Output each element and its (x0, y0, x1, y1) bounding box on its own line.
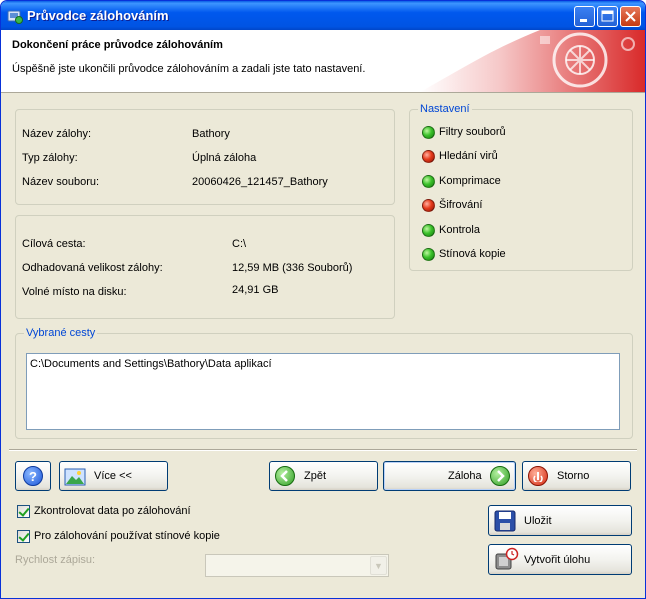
more-button[interactable]: Více << (59, 461, 168, 491)
minimize-button[interactable] (574, 6, 595, 27)
target-panel: Cílová cesta: C:\ Odhadovaná velikost zá… (15, 215, 395, 319)
close-button[interactable] (620, 6, 641, 27)
image-icon (64, 468, 86, 486)
free-space-label: Volné místo na disku: (22, 286, 127, 298)
path-item[interactable]: C:\Documents and Settings\Bathory\Data a… (30, 358, 272, 370)
status-error-icon (422, 150, 435, 163)
setting-label: Kontrola (439, 224, 480, 236)
shadow-copy-label: Pro zálohování používat stínové kopie (34, 530, 220, 542)
selected-paths-group: Vybrané cesty C:\Documents and Settings\… (15, 327, 633, 439)
back-button[interactable]: Zpět (269, 461, 378, 491)
write-speed-select: ▼ (205, 554, 389, 577)
help-button[interactable]: ? (15, 461, 51, 491)
setting-label: Šifrování (439, 199, 483, 211)
setting-label: Stínová kopie (439, 248, 506, 260)
title-bar[interactable]: Průvodce zálohováním (1, 1, 645, 30)
wizard-header: Dokončení práce průvodce zálohováním Úsp… (1, 30, 645, 93)
backup-name-label: Název zálohy: (22, 128, 92, 140)
floppy-disk-icon (494, 510, 516, 532)
settings-legend: Nastavení (418, 103, 472, 115)
setting-label: Hledání virů (439, 150, 498, 162)
help-icon: ? (23, 466, 43, 486)
settings-group: Nastavení Filtry souborů Hledání virů Ko… (409, 103, 633, 271)
write-speed-label: Rychlost zápisu: (15, 554, 96, 566)
checkbox-checked[interactable] (17, 505, 30, 518)
status-ok-icon (422, 175, 435, 188)
backup-type-value: Úplná záloha (192, 152, 257, 164)
estimated-size-value: 12,59 MB (336 Souborů) (232, 262, 353, 274)
status-ok-icon (422, 224, 435, 237)
maximize-icon (601, 10, 614, 22)
selected-paths-legend: Vybrané cesty (24, 327, 98, 339)
header-title: Dokončení práce průvodce zálohováním (12, 39, 223, 51)
selected-paths-list[interactable]: C:\Documents and Settings\Bathory\Data a… (26, 353, 620, 430)
stop-icon (528, 466, 548, 486)
estimated-size-label: Odhadovaná velikost zálohy: (22, 262, 163, 274)
backup-wizard-window: Průvodce zálohováním Dokončení práce prů… (0, 0, 646, 599)
target-path-label: Cílová cesta: (22, 238, 86, 250)
target-path-value: C:\ (232, 238, 247, 250)
header-subtitle: Úspěšně jste ukončili průvodce zálohován… (12, 63, 366, 75)
cancel-label: Storno (557, 470, 590, 482)
summary-panel: Název zálohy: Bathory Typ zálohy: Úplná … (15, 109, 395, 205)
close-icon (625, 11, 636, 22)
vault-door-icon (420, 30, 645, 92)
window-title: Průvodce zálohováním (27, 8, 169, 23)
arrow-left-icon (275, 466, 295, 486)
backup-name-value: Bathory (192, 128, 230, 140)
verify-label: Zkontrolovat data po zálohování (34, 505, 191, 517)
scheduled-task-icon (495, 547, 519, 570)
file-name-label: Název souboru: (22, 176, 100, 188)
footer-separator (9, 449, 637, 451)
arrow-right-icon (490, 466, 510, 486)
status-ok-icon (422, 126, 435, 139)
chevron-down-icon: ▼ (370, 556, 387, 575)
backup-button[interactable]: Záloha (383, 461, 516, 491)
minimize-icon (580, 19, 587, 22)
save-button[interactable]: Uložit (488, 505, 632, 536)
cancel-button[interactable]: Storno (522, 461, 631, 491)
more-label: Více << (94, 470, 132, 482)
backup-type-label: Typ zálohy: (22, 152, 78, 164)
setting-label: Filtry souborů (439, 126, 506, 138)
status-error-icon (422, 199, 435, 212)
file-name-value: 20060426_121457_Bathory (192, 176, 328, 188)
create-task-button[interactable]: Vytvořit úlohu (488, 544, 632, 575)
backup-label: Záloha (448, 470, 482, 482)
backup-app-icon (7, 10, 23, 24)
setting-label: Komprimace (439, 175, 501, 187)
status-ok-icon (422, 248, 435, 261)
maximize-button[interactable] (597, 6, 618, 27)
back-label: Zpět (304, 470, 327, 482)
save-label: Uložit (524, 514, 552, 527)
create-task-label: Vytvořit úlohu (524, 553, 591, 566)
checkbox-checked[interactable] (17, 530, 30, 543)
free-space-value: 24,91 GB (232, 284, 279, 296)
